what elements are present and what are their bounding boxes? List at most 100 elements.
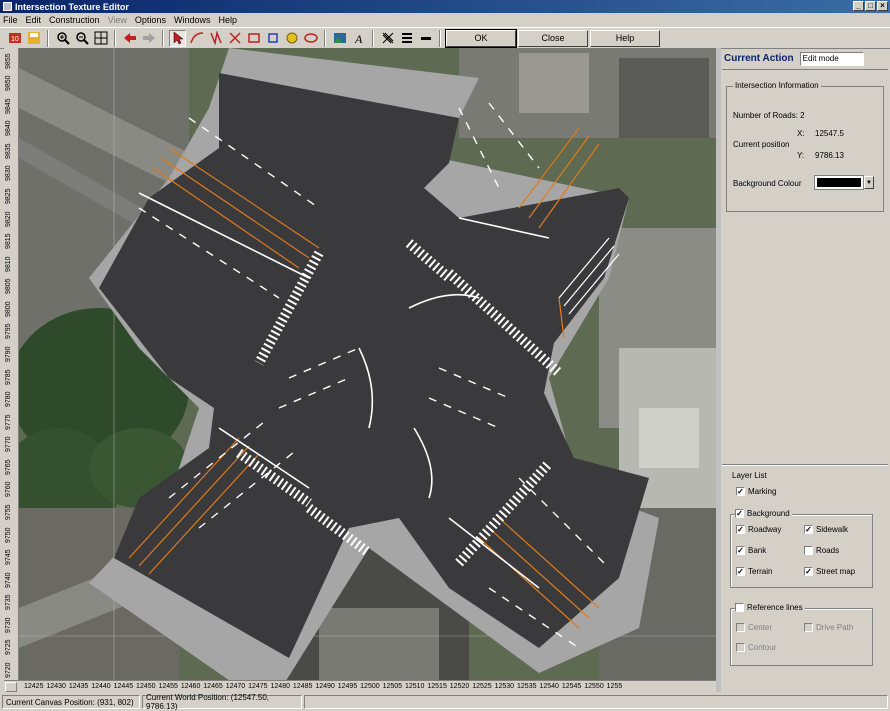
- vertical-ruler: 9855 9850 9845 9840 9835 9830 9825 9820 9815 9810…: [4, 48, 19, 680]
- layer-list-title: Layer List: [732, 471, 767, 480]
- intersection-scene[interactable]: [4, 48, 720, 692]
- layer-bank-label: Bank: [748, 546, 767, 555]
- layer-terrain[interactable]: ✓ Terrain: [736, 567, 772, 576]
- vertical-ruler-label: 9800: [5, 301, 12, 317]
- x-value: 12547.5: [815, 129, 844, 138]
- text-tool-icon[interactable]: A: [350, 30, 367, 47]
- layer-terrain-label: Terrain: [748, 567, 773, 576]
- menu-view[interactable]: View: [108, 15, 127, 25]
- layer-center[interactable]: Center: [736, 623, 772, 632]
- vertical-ruler-label: 9720: [5, 662, 12, 678]
- layer-drive-path[interactable]: Drive Path: [804, 623, 853, 632]
- editor-window: Intersection Texture Editor _ □ × File E…: [0, 0, 890, 711]
- status-world-position: Current World Position: (12547.50, 9786.…: [142, 693, 302, 711]
- current-action-field[interactable]: Edit mode: [799, 51, 864, 66]
- layer-reference-lines[interactable]: Reference lines: [735, 603, 805, 612]
- menu-options[interactable]: Options: [135, 15, 166, 25]
- x-label: X:: [797, 129, 805, 138]
- vertical-ruler-label: 9815: [5, 233, 12, 250]
- layer-roads[interactable]: Roads: [804, 546, 839, 555]
- current-action-label: Current Action: [724, 53, 794, 64]
- square-tool-icon[interactable]: [264, 30, 281, 47]
- checkbox-checked-icon: ✓: [735, 509, 744, 518]
- vertical-ruler-label: 9825: [5, 188, 12, 204]
- background-colour-swatch[interactable]: [814, 175, 864, 190]
- vertical-ruler-label: 9845: [5, 98, 12, 114]
- menu-windows[interactable]: Windows: [174, 15, 211, 25]
- select-pointer-icon[interactable]: [169, 29, 186, 47]
- window-title: Intersection Texture Editor: [15, 1, 129, 12]
- vertical-ruler-label: 9730: [5, 617, 12, 633]
- landscape-image-icon[interactable]: [331, 30, 348, 47]
- zoom-out-icon[interactable]: [73, 30, 90, 47]
- redo-arrow-icon[interactable]: [140, 30, 157, 47]
- layer-background-label: Background: [747, 509, 790, 518]
- vertical-ruler-label: 9805: [5, 278, 12, 295]
- aerial-map: [4, 48, 720, 692]
- minimize-button[interactable]: _: [853, 1, 864, 11]
- layer-contour[interactable]: Contour: [736, 643, 776, 652]
- open-file-icon[interactable]: 10: [6, 30, 23, 47]
- vertical-ruler-label: 9810: [5, 256, 12, 272]
- layer-roads-label: Roads: [816, 546, 840, 555]
- y-value: 9786.13: [815, 151, 844, 160]
- help-button[interactable]: Help: [590, 29, 660, 47]
- menu-edit[interactable]: Edit: [26, 15, 42, 25]
- toolbar-separator: [324, 29, 326, 47]
- toolbar-separator: [372, 29, 374, 47]
- layer-background[interactable]: ✓ Background: [735, 509, 792, 518]
- vertical-ruler-label: 9790: [5, 346, 12, 362]
- layer-bank[interactable]: ✓ Bank: [736, 546, 766, 555]
- layer-roadway[interactable]: ✓ Roadway: [736, 525, 781, 534]
- layer-marking-label: Marking: [748, 487, 777, 496]
- vertical-scrollbar[interactable]: [716, 48, 721, 692]
- lane-lines-icon[interactable]: [398, 30, 415, 47]
- vertical-ruler-label: 9775: [5, 414, 12, 430]
- layer-reference-lines-label: Reference lines: [747, 603, 803, 612]
- layer-marking[interactable]: ✓ Marking: [736, 487, 776, 496]
- vertical-ruler-label: 9755: [5, 504, 12, 520]
- road-shape-icon[interactable]: [207, 30, 224, 47]
- save-icon[interactable]: [25, 30, 42, 47]
- checkbox-checked-icon: ✓: [736, 525, 745, 534]
- toolbar-separator: [114, 29, 116, 47]
- menu-file[interactable]: File: [3, 15, 18, 25]
- circle-tool-icon[interactable]: [283, 30, 300, 47]
- app-icon: [3, 2, 12, 11]
- menu-bar: File Edit Construction View Options Wind…: [0, 13, 890, 26]
- rectangle-tool-icon[interactable]: [245, 30, 262, 47]
- svg-text:A: A: [354, 32, 363, 45]
- crosswalk-pattern-icon[interactable]: [379, 30, 396, 47]
- vertical-ruler-label: 9740: [5, 572, 12, 588]
- close-button[interactable]: Close: [518, 29, 588, 47]
- maximize-button[interactable]: □: [865, 1, 876, 11]
- colour-dropdown-button[interactable]: ▼: [864, 176, 874, 189]
- drawing-canvas[interactable]: 9855 9850 9845 9840 9835 9830 9825 9820 9815 9810…: [4, 48, 720, 692]
- single-line-icon[interactable]: [417, 30, 434, 47]
- menu-construction[interactable]: Construction: [49, 15, 100, 25]
- layer-center-label: Center: [748, 623, 773, 632]
- number-of-roads: Number of Roads: 2: [733, 111, 805, 120]
- curve-tool-icon[interactable]: [188, 30, 205, 47]
- current-position-label: Current position: [733, 140, 790, 149]
- ellipse-tool-icon[interactable]: [302, 30, 319, 47]
- svg-text:10: 10: [11, 36, 19, 43]
- menu-help[interactable]: Help: [218, 15, 237, 25]
- layer-street-map[interactable]: ✓ Street map: [804, 567, 855, 576]
- close-window-button[interactable]: ×: [877, 1, 888, 11]
- layer-sidewalk[interactable]: ✓ Sidewalk: [804, 525, 848, 534]
- checkbox-unchecked-icon: [804, 546, 813, 555]
- ruler-corner: [5, 682, 17, 692]
- crossing-shape-icon[interactable]: [226, 30, 243, 47]
- toolbar-separator: [439, 29, 441, 47]
- vertical-ruler-label: 9750: [5, 526, 12, 543]
- checkbox-checked-icon: ✓: [736, 487, 745, 496]
- status-bar: Current Canvas Position: (931, 802) Curr…: [0, 693, 890, 711]
- fit-view-icon[interactable]: [92, 30, 109, 47]
- zoom-in-icon[interactable]: [54, 30, 71, 47]
- checkbox-checked-icon: ✓: [804, 525, 813, 534]
- status-canvas-position: Current Canvas Position: (931, 802): [2, 695, 140, 709]
- ok-button[interactable]: OK: [445, 28, 517, 48]
- undo-arrow-icon[interactable]: [121, 30, 138, 47]
- vertical-ruler-label: 9725: [5, 639, 12, 656]
